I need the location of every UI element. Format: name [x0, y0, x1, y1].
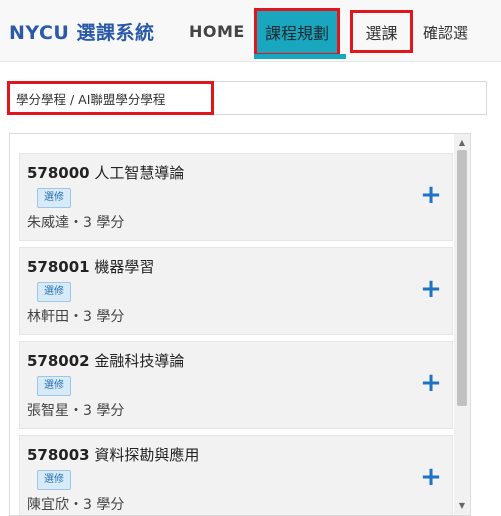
- scroll-down-icon[interactable]: ▼: [454, 499, 470, 513]
- course-name: 機器學習: [94, 258, 155, 276]
- course-list-panel: 578000 人工智慧導論 選修 朱威達・3 學分 + 578001 機器學習 …: [9, 133, 471, 516]
- elective-tag: 選修: [37, 376, 71, 396]
- scrollbar[interactable]: ▲ ▼: [454, 134, 470, 515]
- add-course-icon[interactable]: +: [420, 182, 442, 208]
- course-code: 578003: [27, 446, 90, 464]
- add-course-icon[interactable]: +: [420, 464, 442, 490]
- course-meta: 朱威達・3 學分: [27, 215, 125, 231]
- nav-course-plan[interactable]: 課程規劃: [254, 8, 340, 56]
- course-card: 578000 人工智慧導論 選修 朱威達・3 學分 +: [19, 153, 453, 241]
- course-title: 578000 人工智慧導論: [27, 162, 184, 183]
- scroll-up-icon[interactable]: ▲: [454, 136, 470, 150]
- scroll-thumb[interactable]: [457, 150, 467, 406]
- course-title: 578001 機器學習: [27, 256, 154, 277]
- course-code: 578001: [27, 258, 90, 276]
- breadcrumb: 學分學程 / AI聯盟學分學程: [7, 81, 214, 115]
- course-name: 資料探勘與應用: [94, 446, 200, 464]
- elective-tag: 選修: [37, 470, 71, 490]
- course-meta: 林軒田・3 學分: [27, 309, 125, 325]
- add-course-icon[interactable]: +: [420, 276, 442, 302]
- top-navbar: NYCU 選課系統 HOME 課程規劃 選課 確認選: [0, 0, 501, 62]
- course-card: 578002 金融科技導論 選修 張智星・3 學分 +: [19, 341, 453, 429]
- course-title: 578003 資料探勘與應用: [27, 444, 199, 465]
- course-title: 578002 金融科技導論: [27, 350, 184, 371]
- course-name: 人工智慧導論: [94, 164, 185, 182]
- course-name: 金融科技導論: [94, 352, 185, 370]
- active-tab-indicator: [254, 54, 346, 59]
- add-course-icon[interactable]: +: [420, 370, 442, 396]
- course-card: 578003 資料探勘與應用 選修 陳宜欣・3 學分 +: [19, 435, 453, 515]
- brand-title[interactable]: NYCU 選課系統: [9, 18, 154, 45]
- course-meta: 陳宜欣・3 學分: [27, 497, 125, 513]
- nav-course-select[interactable]: 選課: [350, 10, 413, 53]
- elective-tag: 選修: [37, 188, 71, 208]
- nav-confirm-select[interactable]: 確認選: [423, 22, 468, 43]
- elective-tag: 選修: [37, 282, 71, 302]
- course-code: 578002: [27, 352, 90, 370]
- course-card: 578001 機器學習 選修 林軒田・3 學分 +: [19, 247, 453, 335]
- course-meta: 張智星・3 學分: [27, 403, 125, 419]
- nav-home[interactable]: HOME: [189, 22, 245, 41]
- course-code: 578000: [27, 164, 90, 182]
